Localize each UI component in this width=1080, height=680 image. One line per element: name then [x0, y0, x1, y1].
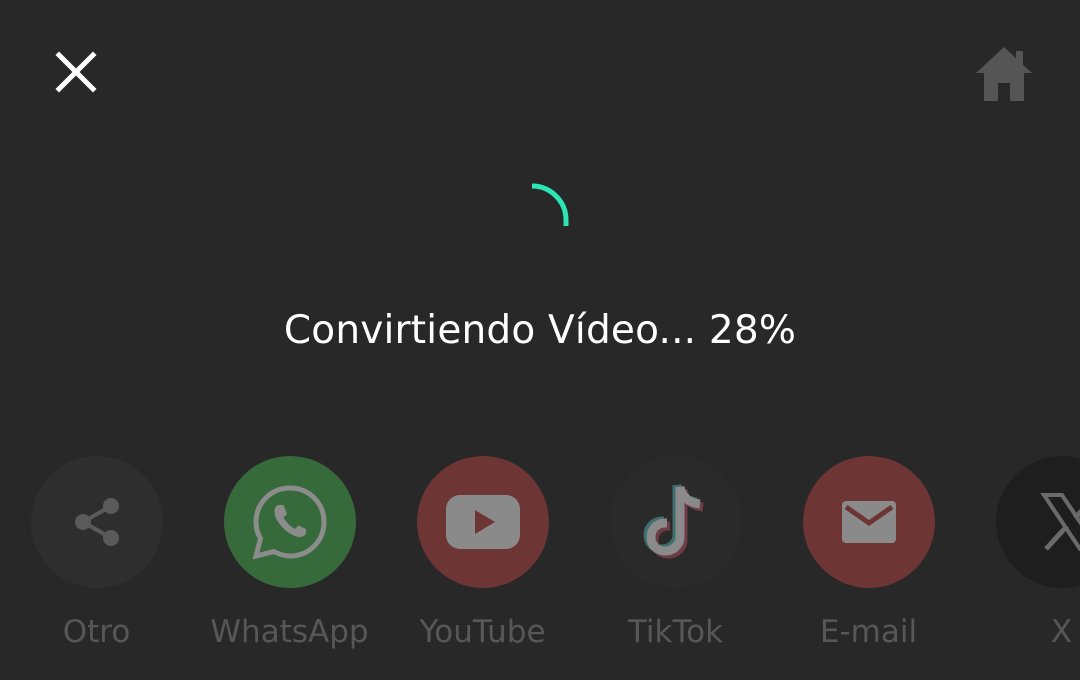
x-icon: [1040, 493, 1080, 551]
share-circle: [31, 456, 163, 588]
youtube-icon: [446, 495, 520, 549]
share-circle: [610, 456, 742, 588]
whatsapp-icon: [252, 485, 327, 560]
email-icon: [842, 501, 896, 543]
tiktok-icon: [643, 483, 704, 559]
close-button[interactable]: [46, 42, 106, 102]
share-options-row: Otro WhatsApp YouTube TikTok E-mail X: [0, 456, 1080, 680]
share-option-youtube[interactable]: YouTube: [386, 456, 579, 666]
share-label: E-mail: [819, 614, 918, 650]
home-button[interactable]: [964, 36, 1044, 112]
share-circle: [996, 456, 1080, 588]
share-icon: [75, 498, 119, 546]
share-label: TikTok: [627, 614, 724, 650]
share-circle: [803, 456, 935, 588]
share-label: Otro: [62, 614, 131, 650]
share-option-other[interactable]: Otro: [0, 456, 193, 666]
share-option-email[interactable]: E-mail: [772, 456, 965, 666]
share-option-x[interactable]: X: [965, 456, 1080, 666]
share-option-whatsapp[interactable]: WhatsApp: [193, 456, 386, 666]
share-option-tiktok[interactable]: TikTok: [579, 456, 772, 666]
share-circle: [417, 456, 549, 588]
close-icon: [55, 51, 97, 93]
export-screen: Convirtiendo Vídeo... 28% Otro WhatsApp …: [0, 0, 1080, 680]
share-label: WhatsApp: [210, 614, 369, 650]
conversion-status-text: Convirtiendo Vídeo... 28%: [283, 308, 797, 353]
home-icon: [976, 47, 1032, 101]
share-label: YouTube: [419, 614, 546, 650]
share-label: X: [1050, 614, 1073, 650]
share-circle: [224, 456, 356, 588]
loading-spinner: [531, 183, 569, 226]
